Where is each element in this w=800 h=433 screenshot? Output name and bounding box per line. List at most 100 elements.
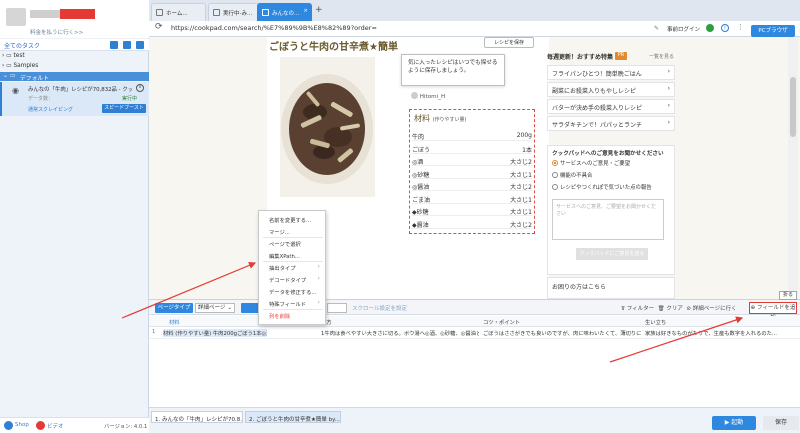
data-toolbar: ページタイプ 詳細ページ ⌄ スクロール設定を設定 ⊽ フィルター 🗑 クリア ⊘… xyxy=(149,299,800,321)
tab-minna[interactable]: みんなの... × xyxy=(257,3,312,21)
add-field-button[interactable]: ⊕ フィールドを追加 xyxy=(749,302,797,321)
start-button[interactable]: ▶ 起動 xyxy=(712,416,756,430)
context-menu-item[interactable]: 編集XPath... xyxy=(259,250,325,260)
context-menu-item[interactable]: マージ... xyxy=(259,226,325,236)
tab-running[interactable]: 実行中-み... xyxy=(208,3,263,21)
ingredient-qty: 大さじ2 xyxy=(510,221,532,229)
page-type-select[interactable]: 詳細ページ ⌄ xyxy=(195,303,235,313)
chevron-right-icon: › xyxy=(667,68,670,75)
scrollbar-thumb[interactable] xyxy=(790,77,796,137)
feature-item[interactable]: フライパンひとつ！簡単晩ごはん › xyxy=(547,65,675,80)
author[interactable]: Hitomi_H xyxy=(411,92,445,100)
feature-item[interactable]: バターが決め手の殺菜入りレシピ › xyxy=(547,99,675,114)
tasks-header-label[interactable]: 全てのタスク xyxy=(4,41,40,50)
sidebar-footer: Shop ビデオ バージョン: 4.0.1 xyxy=(0,417,149,433)
option-label: レシピやつくれぽで気づいた点の報告 xyxy=(560,185,652,191)
reload-icon[interactable]: ⟳ xyxy=(155,22,163,32)
globe-icon[interactable] xyxy=(706,24,714,32)
speed-boost-button[interactable]: スピードブースト xyxy=(102,104,146,113)
context-menu-item[interactable]: 特殊フィールド › xyxy=(259,298,325,308)
feedback-title: クックパッドへのご意見をお聞かせください xyxy=(552,151,664,157)
close-icon[interactable]: × xyxy=(303,8,308,14)
pause-icon[interactable]: ॥ xyxy=(136,84,144,92)
tree-item-samples[interactable]: › ▭ Samples xyxy=(2,63,38,69)
context-menu-item[interactable]: データを修正する... xyxy=(259,286,325,296)
cell-steps[interactable]: 1牛肉は食べやすい大きさに切る。ボウ湯へ◎酒、◎砂糖、◎醤油と... xyxy=(321,329,479,337)
task-count-label: データ数： xyxy=(28,96,54,102)
video-link[interactable]: ビデオ xyxy=(47,422,64,430)
page-scrollbar[interactable] xyxy=(788,37,798,299)
ingredient-row[interactable]: ◎醤油 大さじ2 xyxy=(412,180,532,191)
recipe-title[interactable]: ごぼうと牛肉の甘辛煮★簡単 xyxy=(269,38,398,53)
ingredient-qty: 大さじ1 xyxy=(510,209,532,216)
chevron-right-icon: › xyxy=(2,63,5,69)
clear-button[interactable]: クリア xyxy=(666,306,683,312)
context-menu-label: データを修正する... xyxy=(269,290,317,296)
export-icon[interactable] xyxy=(136,41,144,49)
recipe-photo[interactable] xyxy=(280,57,375,197)
cell-origin[interactable]: 家族は好きなものがたりで、生産も数字を入れるのた... xyxy=(645,329,797,337)
ingredient-row[interactable]: 牛肉 200g xyxy=(412,130,532,141)
feedback-textarea[interactable]: サービスへのご意見、ご要望をお聞かせください xyxy=(552,199,664,240)
context-menu-label: ページで選択 xyxy=(269,242,301,248)
pre-login-button[interactable]: 事前ログイン xyxy=(667,25,700,33)
shop-link[interactable]: Shop xyxy=(15,422,29,428)
context-menu-item[interactable]: ページで選択 xyxy=(259,238,325,248)
version-label: バージョン: 4.0.1 xyxy=(104,424,148,430)
see-all-link[interactable]: 一覧を見る xyxy=(649,53,674,60)
ingredient-row[interactable]: ◎酒 大さじ2 xyxy=(412,155,532,166)
pricing-link[interactable]: 料金を払うに行く>> xyxy=(30,28,83,36)
page-type-value: 詳細ページ xyxy=(198,305,226,311)
cell-ingredients[interactable]: 材料 (作りやすい量) 牛肉200gごぼう1本◎酒大さじ2◎砂糖大さ... xyxy=(163,329,267,337)
import-icon[interactable] xyxy=(123,41,131,49)
ingredient-row[interactable]: ◆醤油 大さじ2 xyxy=(412,218,532,229)
secondary-select[interactable] xyxy=(327,303,347,313)
table-header: 材料 り方 コツ・ポイント 生い立ち xyxy=(149,316,800,327)
ingredient-row[interactable]: ◆砂糖 大さじ1 xyxy=(412,205,532,216)
tree-item-default[interactable]: ⌄ ▭ デフォルト xyxy=(0,72,149,82)
tasks-header: 全てのタスク xyxy=(0,39,149,51)
tree-item-label: test xyxy=(13,53,25,59)
ingredient-row[interactable]: ごま油 大さじ1 xyxy=(412,193,532,204)
context-menu-item[interactable]: デコードタイプ › xyxy=(259,274,325,284)
scroll-setting-link[interactable]: スクロール設定を設定 xyxy=(352,304,407,312)
feature-item[interactable]: 副菜にお殺菜入りもやしレシピ › xyxy=(547,82,675,97)
ingredients-box[interactable]: 材料 (作りやすい量) 牛肉 200g ごぼう 1本 ◎酒 大さじ2 ◎砂糖 大さじ1 ◎醤油大… xyxy=(409,109,535,234)
start-label: 起動 xyxy=(731,419,744,426)
help-box[interactable]: お困りの方はこちら xyxy=(547,277,675,299)
page-tab-list[interactable]: 1. みんなの「牛肉」レシピが70.8... xyxy=(151,411,243,423)
filter-button[interactable]: フィルター xyxy=(627,306,654,312)
ingredient-row[interactable]: ごぼう 1本 xyxy=(412,143,532,154)
save-button[interactable]: 保存 xyxy=(763,416,799,430)
feedback-option-request[interactable]: サービスへのご意見・ご要望 xyxy=(552,159,630,167)
new-tab-icon[interactable]: + xyxy=(315,5,323,15)
table-row[interactable]: 1 材料 (作りやすい量) 牛肉200gごぼう1本◎酒大さじ2◎砂糖大さ... … xyxy=(149,327,800,339)
feature-item[interactable]: サラダキチンで！パパッとランチ › xyxy=(547,116,675,131)
context-menu-item[interactable]: 列を削除 xyxy=(259,310,325,320)
task-item[interactable]: ◉ みんなの「牛肉」レシピが70,832品 - クッ... ॥ データ数： 実行… xyxy=(0,82,149,116)
url-field[interactable]: https://cookpad.com/search/%E7%89%9B%E8%… xyxy=(171,24,377,32)
feedback-send-button[interactable]: クックパッドにご意見を送る xyxy=(576,248,648,260)
more-icon[interactable]: ⋮ xyxy=(737,23,744,31)
column-header[interactable]: 生い立ち xyxy=(645,318,666,326)
row-index: 1 xyxy=(152,329,156,335)
context-menu-item[interactable]: 抽出タイプ › xyxy=(259,262,325,272)
tree-item-test[interactable]: › ▭ test xyxy=(2,53,25,59)
ingredient-row[interactable]: ◎砂糖 大さじ1 xyxy=(412,168,532,179)
feedback-option-report[interactable]: レシピやつくれぽで気づいた点の報告 xyxy=(552,183,652,191)
column-header[interactable]: コツ・ポイント xyxy=(483,318,520,326)
context-menu-item[interactable]: 名前を変更する... xyxy=(259,214,325,224)
feedback-option-bug[interactable]: 機能の不具合 xyxy=(552,171,592,179)
pencil-icon[interactable]: ✎ xyxy=(654,25,659,32)
column-header[interactable]: 材料 xyxy=(169,318,180,326)
pc-browser-button[interactable]: PCブラウザ xyxy=(751,25,795,37)
tab-home[interactable]: ホーム... xyxy=(151,3,206,21)
new-task-icon[interactable] xyxy=(110,41,118,49)
save-recipe-button[interactable]: レシピを保存 xyxy=(484,37,534,48)
page-tab-detail[interactable]: 2. ごぼうと牛肉の甘辛煮★簡単 by... xyxy=(245,411,341,423)
fold-button[interactable]: 折る xyxy=(779,291,797,300)
detail-page-button[interactable]: 詳細ページに行く xyxy=(693,306,737,312)
info-icon[interactable]: i xyxy=(721,24,729,32)
cell-tips[interactable]: ごぼうはささがきでも良いのですが、肉に味わいたくて、薄切りに... xyxy=(483,329,641,337)
avatar[interactable] xyxy=(6,8,26,26)
